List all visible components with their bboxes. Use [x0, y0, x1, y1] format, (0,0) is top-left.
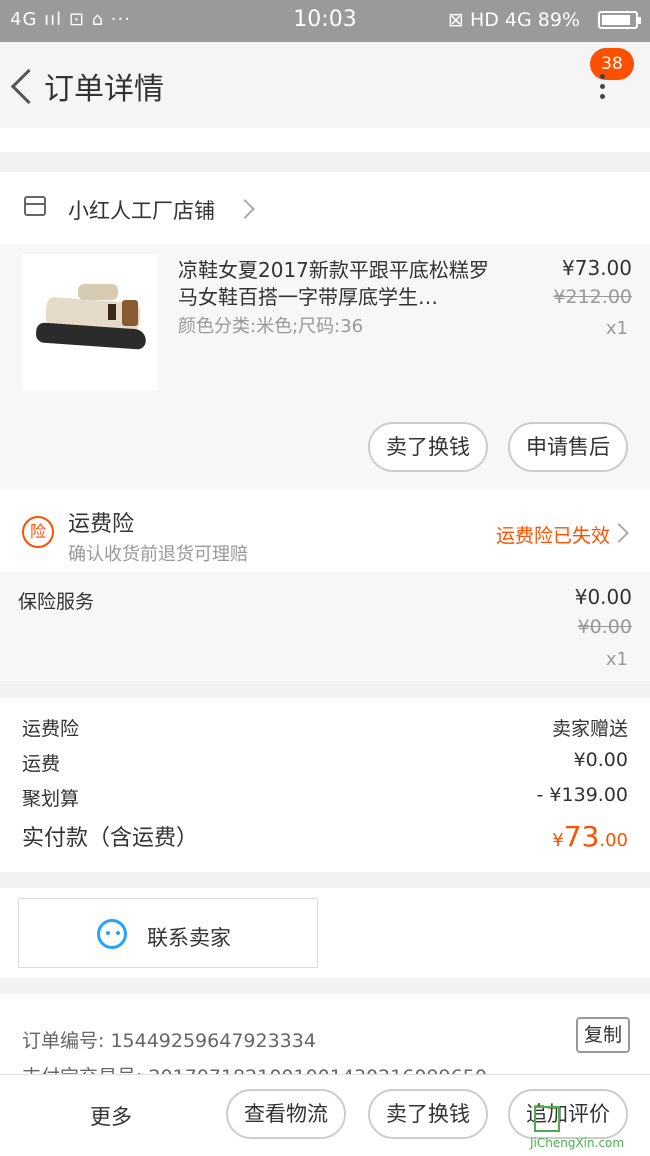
product-quantity: x1	[605, 318, 628, 339]
chevron-right-icon	[235, 199, 255, 219]
summary-label: 聚划算	[22, 788, 80, 810]
insurance-icon: 险	[22, 516, 54, 548]
summary-label: 运费险	[22, 718, 80, 740]
summary-row: 聚划算 - ¥139.00	[22, 778, 628, 812]
more-menu-icon[interactable]	[600, 74, 605, 104]
nav-bar: 订单详情	[0, 42, 650, 128]
page-title: 订单详情	[44, 72, 164, 107]
back-arrow-icon[interactable]	[10, 68, 47, 105]
alipay-trade-number: 支付宝交易号: 2017071821001001430216099650	[22, 1062, 487, 1074]
battery-level	[602, 15, 630, 25]
watermark-logo-icon	[534, 1106, 560, 1132]
insurance-title: 运费险	[68, 512, 135, 537]
watermark: JiChengXin.com	[530, 1106, 642, 1150]
chevron-right-icon	[609, 523, 629, 543]
battery-icon	[598, 11, 641, 29]
order-number: 订单编号: 15449259647923334	[22, 1030, 316, 1052]
service-quantity: x1	[605, 649, 628, 670]
total-row: 实付款（含运费） ¥73.00	[22, 814, 628, 854]
insurance-subtitle: 确认收货前退货可理赔	[68, 544, 248, 565]
insurance-service-row: 保险服务 ¥0.00 ¥0.00 x1	[0, 573, 650, 681]
summary-value: - ¥139.00	[536, 784, 628, 806]
total-integer: 73	[563, 820, 600, 853]
shoe-heel	[122, 300, 138, 326]
copy-button[interactable]: 复制	[576, 1017, 630, 1053]
product-item[interactable]: 凉鞋女夏2017新款平跟平底松糕罗马女鞋百搭一字带厚底学生… 颜色分类:米色;尺…	[0, 244, 650, 490]
watermark-text: JiChengXin.com	[530, 1136, 625, 1150]
more-button[interactable]: 更多	[90, 1101, 132, 1131]
product-price: ¥73.00	[562, 256, 632, 280]
total-amount: ¥73.00	[552, 820, 628, 853]
payment-summary: 运费险 卖家赠送 运费 ¥0.00 聚划算 - ¥139.00 实付款（含运费）…	[0, 698, 650, 872]
shop-icon	[24, 196, 46, 216]
service-label: 保险服务	[18, 591, 95, 613]
shipping-insurance-row[interactable]: 险 运费险 确认收货前退货可理赔 运费险已失效	[0, 490, 650, 572]
summary-label: 运费	[22, 753, 61, 775]
shoe-strap	[78, 284, 118, 300]
total-decimal: .00	[599, 830, 628, 851]
sell-for-cash-button[interactable]: 卖了换钱	[368, 422, 488, 472]
total-currency: ¥	[552, 830, 564, 851]
shop-name: 小红人工厂店铺	[68, 199, 215, 223]
contact-section: 联系卖家	[0, 888, 650, 978]
view-logistics-button[interactable]: 查看物流	[226, 1089, 346, 1139]
service-price: ¥0.00	[574, 585, 632, 609]
chat-bubble-icon	[97, 919, 127, 949]
shop-row[interactable]: 小红人工厂店铺	[0, 172, 650, 244]
product-spec: 颜色分类:米色;尺码:36	[178, 316, 364, 337]
top-strip	[0, 128, 650, 152]
sell-for-cash-bottom-button[interactable]: 卖了换钱	[368, 1089, 488, 1139]
insurance-status: 运费险已失效	[495, 525, 610, 547]
summary-value: 卖家赠送	[551, 718, 628, 740]
product-original-price: ¥212.00	[553, 286, 632, 308]
request-after-sale-button[interactable]: 申请售后	[508, 422, 628, 472]
service-original-price: ¥0.00	[577, 616, 632, 638]
total-label: 实付款（含运费）	[22, 826, 199, 851]
summary-row: 运费 ¥0.00	[22, 743, 628, 777]
order-info: 订单编号: 15449259647923334 复制 支付宝交易号: 20170…	[0, 994, 650, 1074]
contact-seller-button[interactable]: 联系卖家	[18, 898, 318, 968]
summary-row: 运费险 卖家赠送	[22, 708, 628, 742]
status-bar: 4G ııl ⊡ ⌂ ··· 10:03 ⊠ HD 4G 89%	[0, 0, 650, 42]
product-thumbnail[interactable]	[22, 254, 158, 390]
summary-value: ¥0.00	[573, 749, 628, 771]
message-count-badge: 38	[590, 48, 634, 80]
product-title[interactable]: 凉鞋女夏2017新款平跟平底松糕罗马女鞋百搭一字带厚底学生…	[178, 257, 498, 311]
contact-seller-label: 联系卖家	[147, 926, 231, 950]
shoe-buckle	[108, 304, 116, 320]
status-right-indicators: ⊠ HD 4G 89%	[448, 9, 580, 31]
